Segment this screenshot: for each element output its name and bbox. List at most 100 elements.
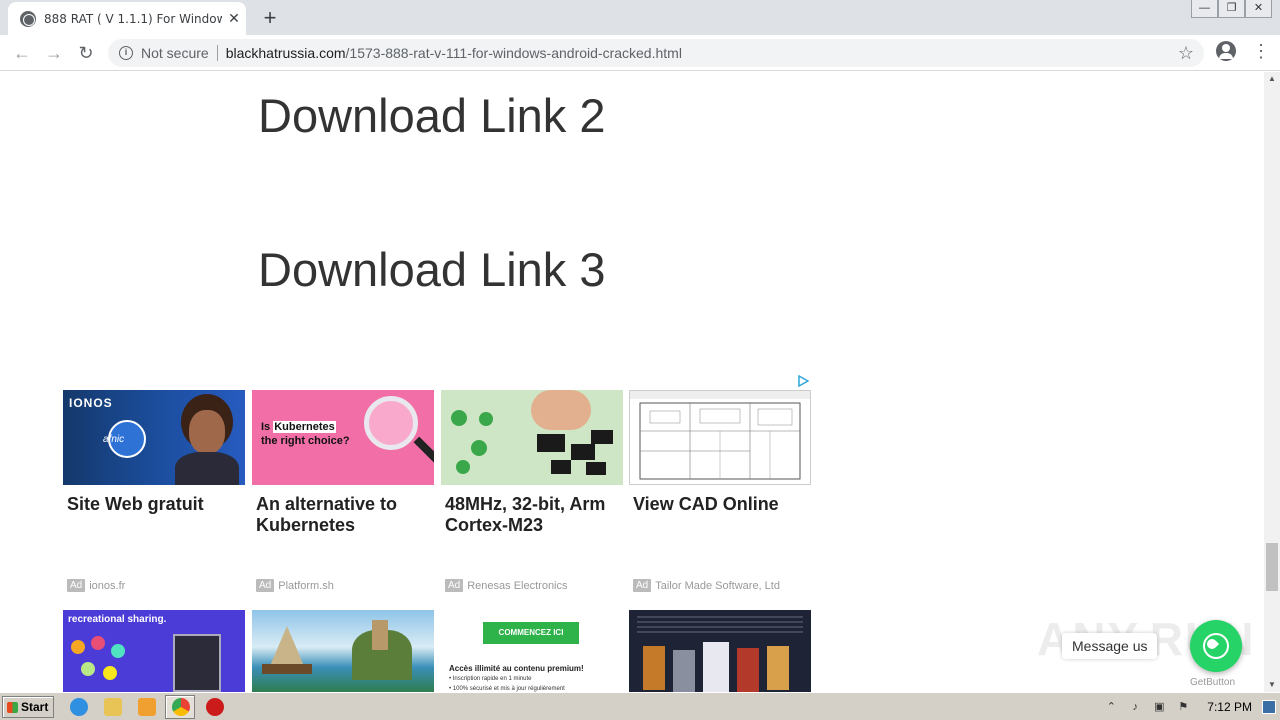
internet-explorer-icon[interactable] xyxy=(70,698,88,716)
url-host[interactable]: blackhatrussia.com xyxy=(226,45,346,61)
url-path[interactable]: /1573-888-rat-v-111-for-windows-android-… xyxy=(346,45,682,61)
ad-card-recreational[interactable]: recreational sharing. xyxy=(63,610,245,692)
forward-arrow-icon[interactable]: → xyxy=(42,41,66,65)
ad-image-cad[interactable] xyxy=(629,390,811,485)
back-arrow-icon[interactable]: ← xyxy=(10,41,34,65)
adchoices-icon[interactable] xyxy=(797,375,809,387)
chip xyxy=(537,434,565,452)
ad-card-renesas[interactable]: 48MHz, 32-bit, Arm Cortex-M23 Ad Renesas … xyxy=(441,390,623,592)
whatsapp-icon[interactable] xyxy=(1190,620,1242,672)
ionos-logo: IONOS xyxy=(69,396,113,410)
clock[interactable]: 7:12 PM xyxy=(1207,700,1252,714)
security-label[interactable]: Not secure xyxy=(141,45,209,61)
app-bubble-icon xyxy=(103,666,117,680)
scroll-down-arrow-icon[interactable]: ▼ xyxy=(1264,678,1280,692)
chip xyxy=(586,462,606,475)
system-tray: ⌃ ♪ ▣ ⚑ 7:12 PM xyxy=(1099,695,1280,719)
k8s-ad-text-is: Is xyxy=(261,421,274,433)
ad-image-ship[interactable] xyxy=(252,610,434,692)
tab-strip: 888 RAT ( V 1.1.1) For Windows + A ✕ + —… xyxy=(0,0,1280,35)
chip xyxy=(571,444,595,460)
start-button[interactable]: Start xyxy=(2,696,54,718)
address-bar[interactable]: i Not secure blackhatrussia.com/1573-888… xyxy=(108,39,1204,67)
ad-card-streaming[interactable] xyxy=(629,610,811,692)
profile-icon[interactable] xyxy=(1216,41,1236,61)
opera-icon[interactable] xyxy=(206,698,224,716)
page-content: Download Link 2 Download Link 3 IONOS af… xyxy=(0,72,1264,692)
restore-button[interactable]: ❐ xyxy=(1218,0,1245,18)
scroll-thumb[interactable] xyxy=(1266,543,1278,591)
tab-close-icon[interactable]: ✕ xyxy=(226,10,242,27)
ad-source-label: ionos.fr xyxy=(89,579,126,592)
premium-text: Accès illimité au contenu premium! xyxy=(449,664,584,673)
vertical-scrollbar[interactable]: ▲ ▼ xyxy=(1264,72,1280,692)
poster xyxy=(767,646,789,690)
browser-tab[interactable]: 888 RAT ( V 1.1.1) For Windows + A ✕ xyxy=(8,2,246,35)
ad-title[interactable]: An alternative to Kubernetes xyxy=(256,494,432,536)
magnifying-glass-icon xyxy=(364,396,418,450)
ad-image-ionos[interactable]: IONOS afnic xyxy=(63,390,245,485)
app-bubble-icon xyxy=(81,662,95,676)
close-window-button[interactable]: ✕ xyxy=(1245,0,1272,18)
download-link-3[interactable]: Download Link 3 xyxy=(258,242,606,297)
omnibox-separator xyxy=(216,45,218,61)
ad-source[interactable]: Ad Platform.sh xyxy=(256,579,334,592)
getbutton-label[interactable]: GetButton xyxy=(1190,677,1235,688)
ad-card-ionos[interactable]: IONOS afnic Site Web gratuit Ad ionos.fr xyxy=(63,390,245,592)
reload-icon[interactable]: ↻ xyxy=(74,41,98,65)
ad-card-premium[interactable]: COMMENCEZ ICI Accès illimité au contenu … xyxy=(441,610,623,692)
ad-card-platformsh[interactable]: Is Kubernetes the right choice? An alter… xyxy=(252,390,434,592)
download-link-2[interactable]: Download Link 2 xyxy=(258,88,606,143)
green-icon xyxy=(451,410,467,426)
k8s-ad-line2: the right choice? xyxy=(261,435,350,447)
ad-badge: Ad xyxy=(445,579,464,592)
ship-sail xyxy=(270,626,304,666)
ad-card-game[interactable] xyxy=(252,610,434,692)
phone xyxy=(703,642,729,692)
ad-title[interactable]: 48MHz, 32-bit, Arm Cortex-M23 xyxy=(445,494,621,536)
chip xyxy=(551,460,571,474)
ad-image-premium[interactable]: COMMENCEZ ICI Accès illimité au contenu … xyxy=(441,610,623,692)
rec-ad-text: recreational sharing. xyxy=(68,614,167,625)
menu-kebab-icon[interactable]: ⋮ xyxy=(1252,40,1270,62)
green-icon xyxy=(456,460,470,474)
tab-title: 888 RAT ( V 1.1.1) For Windows + A xyxy=(44,11,222,26)
ad-source[interactable]: Ad ionos.fr xyxy=(67,579,125,592)
ad-card-cad[interactable]: View CAD Online Ad Tailor Made Software, … xyxy=(629,390,811,592)
file-explorer-icon[interactable] xyxy=(104,698,122,716)
chrome-icon[interactable] xyxy=(172,698,190,716)
app-bubble-icon xyxy=(111,644,125,658)
bookmark-star-icon[interactable]: ☆ xyxy=(1178,43,1194,64)
info-icon[interactable]: i xyxy=(119,46,133,60)
ad-image-recreational[interactable]: recreational sharing. xyxy=(63,610,245,692)
minimize-button[interactable]: — xyxy=(1191,0,1218,18)
ship-hull xyxy=(262,664,312,674)
ad-title[interactable]: Site Web gratuit xyxy=(67,494,243,515)
ad-image-renesas[interactable] xyxy=(441,390,623,485)
ad-badge: Ad xyxy=(67,579,86,592)
ad-image-kubernetes[interactable]: Is Kubernetes the right choice? xyxy=(252,390,434,485)
ad-image-streaming[interactable] xyxy=(629,610,811,692)
media-player-icon[interactable] xyxy=(138,698,156,716)
k8s-highlight: Kubernetes xyxy=(273,421,336,433)
magnifier-handle xyxy=(413,436,434,464)
show-desktop-icon[interactable] xyxy=(1262,700,1276,714)
network-icon[interactable]: ▣ xyxy=(1152,700,1166,714)
scroll-up-arrow-icon[interactable]: ▲ xyxy=(1264,72,1280,86)
ad-source-label: Platform.sh xyxy=(278,579,334,592)
tray-expand-icon[interactable]: ⌃ xyxy=(1104,700,1118,714)
ad-source[interactable]: Ad Renesas Electronics xyxy=(445,579,568,592)
taskbar: Start ⌃ ♪ ▣ ⚑ 7:12 PM xyxy=(0,692,1280,720)
poster xyxy=(737,648,759,692)
globe-icon xyxy=(20,10,36,27)
ad-badge: Ad xyxy=(633,579,652,592)
ad-badge: Ad xyxy=(256,579,275,592)
browser-toolbar: ← → ↻ i Not secure blackhatrussia.com/15… xyxy=(0,35,1280,71)
flag-icon[interactable]: ⚑ xyxy=(1176,700,1190,714)
ad-source[interactable]: Ad Tailor Made Software, Ltd xyxy=(633,579,780,592)
new-tab-button[interactable]: + xyxy=(259,5,281,31)
green-icon xyxy=(479,412,493,426)
message-us-label[interactable]: Message us xyxy=(1062,633,1158,659)
volume-icon[interactable]: ♪ xyxy=(1128,700,1142,714)
ad-title[interactable]: View CAD Online xyxy=(633,494,809,515)
